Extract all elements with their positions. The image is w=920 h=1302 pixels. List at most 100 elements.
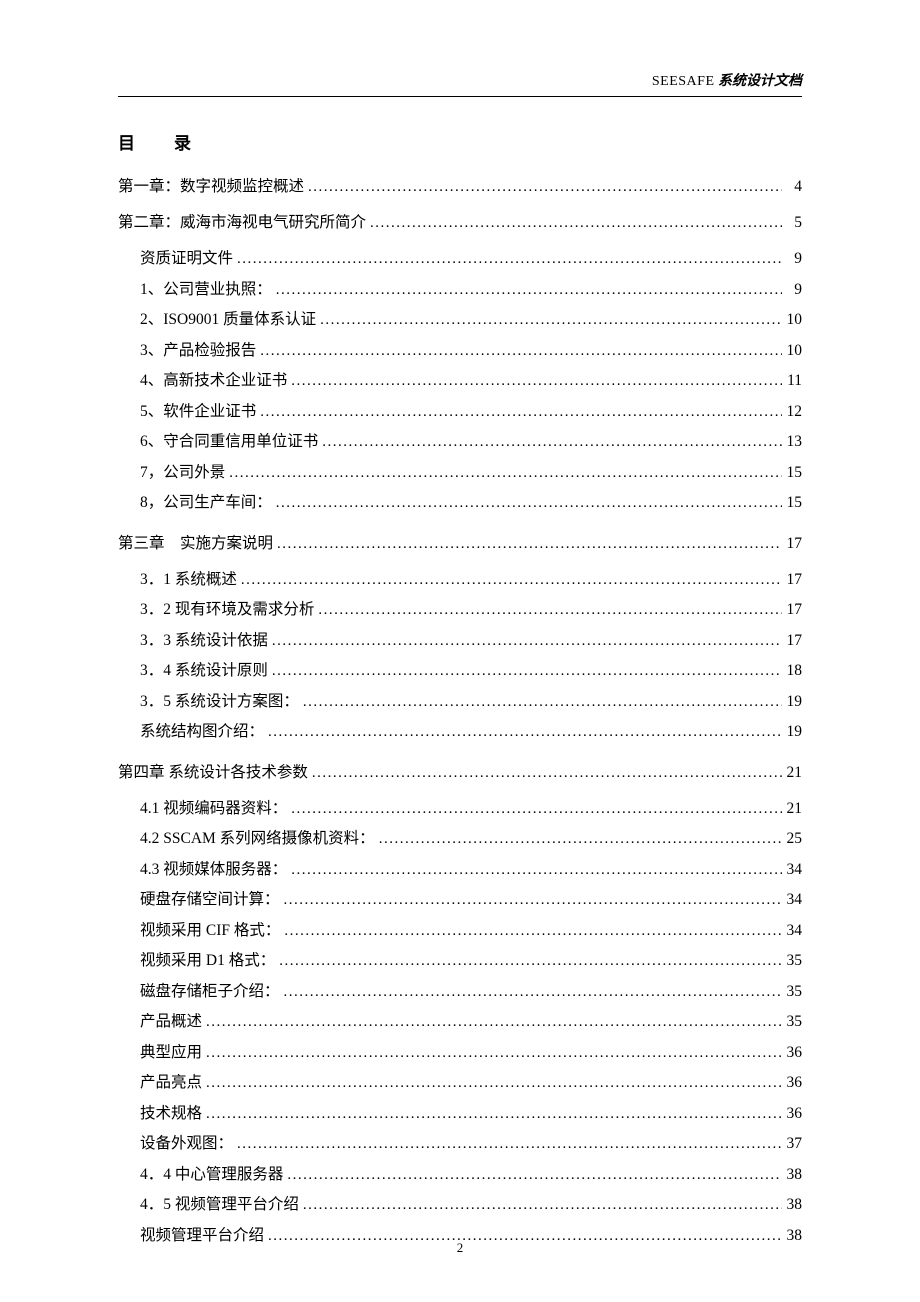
toc-leader-dots: [233, 244, 782, 275]
toc-entry-label: 4.1 视频编码器资料：: [140, 794, 287, 825]
toc-entry-page: 9: [782, 275, 802, 306]
toc-entry-label: 3．1 系统概述: [140, 565, 237, 596]
toc-entry-page: 25: [782, 824, 802, 855]
toc-leader-dots: [272, 275, 782, 306]
toc-row: 产品亮点36: [140, 1068, 802, 1099]
toc-entry-page: 17: [782, 626, 802, 657]
toc-entry-page: 11: [782, 366, 802, 397]
toc-entry-page: 35: [782, 1007, 802, 1038]
toc-row: 5、软件企业证书 12: [140, 397, 802, 428]
toc-leader-dots: [273, 533, 782, 555]
toc-leader-dots: [264, 717, 782, 748]
toc-entry-label: 6、守合同重信用单位证书: [140, 427, 318, 458]
toc-entry: 第四章 系统设计各技术参数21: [118, 762, 802, 784]
toc-leader-dots: [287, 855, 782, 886]
toc-entry: 3．5 系统设计方案图： 19: [118, 687, 802, 718]
toc-row: 4．4 中心管理服务器 38: [140, 1160, 802, 1191]
toc-entry: 视频采用 D1 格式：35: [118, 946, 802, 977]
toc-row: 磁盘存储柜子介绍：35: [140, 977, 802, 1008]
toc-row: 4.1 视频编码器资料： 21: [140, 794, 802, 825]
toc-entry-label: 3．5 系统设计方案图：: [140, 687, 299, 718]
toc-leader-dots: [287, 366, 782, 397]
toc-entry: 3．4 系统设计原则 18: [118, 656, 802, 687]
toc-row: 4.2 SSCAM 系列网络摄像机资料： 25: [140, 824, 802, 855]
toc-leader-dots: [237, 565, 782, 596]
toc-entry: 产品亮点36: [118, 1068, 802, 1099]
toc-entry-label: 4.2 SSCAM 系列网络摄像机资料：: [140, 824, 375, 855]
toc-entry-label: 8，公司生产车间：: [140, 488, 272, 519]
toc-leader-dots: [287, 794, 782, 825]
toc-entry-label: 视频采用 CIF 格式：: [140, 916, 280, 947]
toc-leader-dots: [268, 656, 782, 687]
toc-entry-page: 38: [782, 1160, 802, 1191]
toc-row: 第一章：数字视频监控概述4: [118, 176, 802, 198]
toc-entry: 1、公司营业执照：9: [118, 275, 802, 306]
toc-leader-dots: [299, 1190, 782, 1221]
header-brand: SEESAFE: [652, 74, 715, 89]
toc-entry: 4.2 SSCAM 系列网络摄像机资料： 25: [118, 824, 802, 855]
toc-leader-dots: [375, 824, 782, 855]
toc-entry-label: 4．5 视频管理平台介绍: [140, 1190, 299, 1221]
toc-entry: 3、产品检验报告10: [118, 336, 802, 367]
toc-leader-dots: [256, 397, 782, 428]
toc-entry: 技术规格 36: [118, 1099, 802, 1130]
toc-entry-label: 产品概述: [140, 1007, 202, 1038]
toc-entry-label: 3．4 系统设计原则: [140, 656, 268, 687]
toc-entry: 磁盘存储柜子介绍：35: [118, 977, 802, 1008]
toc-row: 硬盘存储空间计算： 34: [140, 885, 802, 916]
toc-entry-page: 36: [782, 1099, 802, 1130]
toc-entry-page: 34: [782, 885, 802, 916]
header-doc-title: 系统设计文档: [715, 74, 803, 89]
toc-entry-label: 3．2 现有环境及需求分析: [140, 595, 314, 626]
toc-entry-label: 技术规格: [140, 1099, 202, 1130]
toc-entry-label: 4、高新技术企业证书: [140, 366, 287, 397]
toc-entry-page: 19: [782, 717, 802, 748]
toc-heading: 目录: [118, 129, 802, 154]
toc-entry-label: 7，公司外景: [140, 458, 225, 489]
toc-leader-dots: [314, 595, 782, 626]
toc-row: 3．2 现有环境及需求分析17: [140, 595, 802, 626]
toc-leader-dots: [304, 176, 782, 198]
toc-entry-page: 17: [782, 565, 802, 596]
toc-row: 4.3 视频媒体服务器：34: [140, 855, 802, 886]
toc-entry: 产品概述 35: [118, 1007, 802, 1038]
toc-leader-dots: [318, 427, 782, 458]
toc-entry-label: 4．4 中心管理服务器: [140, 1160, 283, 1191]
toc-entry-label: 第三章 实施方案说明: [118, 533, 273, 555]
toc-row: 3．1 系统概述 17: [140, 565, 802, 596]
table-of-contents: 第一章：数字视频监控概述4第二章：威海市海视电气研究所简介5资质证明文件91、公…: [118, 176, 802, 1251]
toc-entry-label: 4.3 视频媒体服务器：: [140, 855, 287, 886]
toc-entry-page: 15: [782, 488, 802, 519]
toc-entry: 7，公司外景15: [118, 458, 802, 489]
toc-entry-page: 12: [782, 397, 802, 428]
toc-row: 第三章 实施方案说明 17: [118, 533, 802, 555]
toc-row: 4、高新技术企业证书 11: [140, 366, 802, 397]
toc-leader-dots: [280, 977, 782, 1008]
toc-leader-dots: [268, 626, 782, 657]
toc-row: 7，公司外景15: [140, 458, 802, 489]
toc-row: 系统结构图介绍：19: [140, 717, 802, 748]
toc-entry-label: 5、软件企业证书: [140, 397, 256, 428]
toc-entry-label: 磁盘存储柜子介绍：: [140, 977, 280, 1008]
toc-entry-page: 36: [782, 1068, 802, 1099]
toc-entry-label: 3、产品检验报告: [140, 336, 256, 367]
toc-leader-dots: [308, 762, 782, 784]
toc-leader-dots: [316, 305, 782, 336]
toc-row: 典型应用36: [140, 1038, 802, 1069]
toc-entry: 3．2 现有环境及需求分析17: [118, 595, 802, 626]
toc-entry-page: 21: [782, 794, 802, 825]
toc-heading-char-1: 目: [118, 134, 136, 153]
toc-entry-page: 19: [782, 687, 802, 718]
toc-entry-page: 18: [782, 656, 802, 687]
toc-entry-page: 5: [782, 212, 802, 234]
toc-entry-page: 34: [782, 916, 802, 947]
toc-entry-page: 4: [782, 176, 802, 198]
toc-row: 视频采用 D1 格式：35: [140, 946, 802, 977]
toc-entry-label: 资质证明文件: [140, 244, 233, 275]
toc-row: 设备外观图：37: [140, 1129, 802, 1160]
toc-entry-page: 17: [782, 533, 802, 555]
toc-row: 3．3 系统设计依据17: [140, 626, 802, 657]
toc-leader-dots: [280, 916, 782, 947]
toc-row: 6、守合同重信用单位证书13: [140, 427, 802, 458]
toc-entry-label: 硬盘存储空间计算：: [140, 885, 280, 916]
